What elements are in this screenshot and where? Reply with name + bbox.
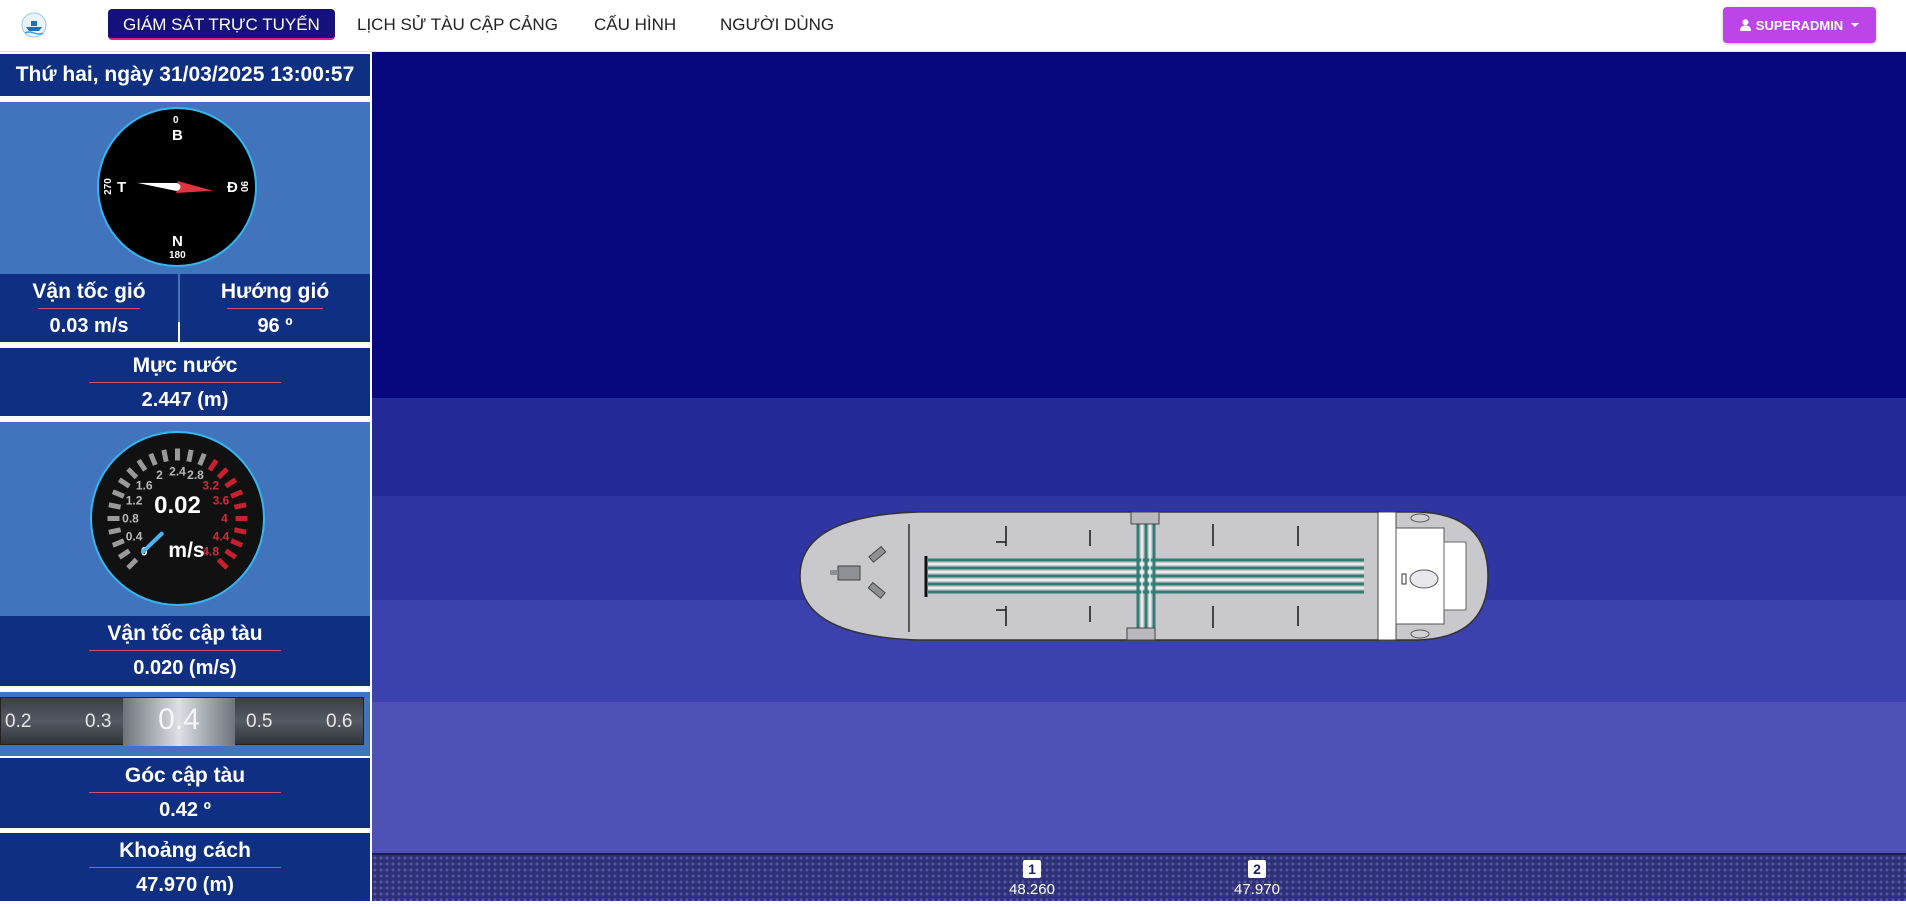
speedometer-tick: [233, 527, 247, 535]
top-navbar: GIÁM SÁT TRỰC TUYẾN LỊCH SỬ TÀU CẬP CẢNG…: [0, 0, 1906, 52]
distance-value: 47.970 (m): [136, 874, 234, 896]
water-level-card: Mực nước 2.447 (m): [0, 348, 370, 416]
wind-speed-card: Vận tốc gió 0.03 m/s: [0, 274, 178, 342]
tape-tick: 0.5: [246, 711, 273, 732]
datetime-display: Thứ hai, ngày 31/03/2025 13:00:57: [0, 54, 370, 96]
tape-current-value: 0.4: [123, 698, 235, 746]
compass-dial: 0 B Đ 90 N 180 T 270: [97, 107, 257, 267]
speedometer-tick-label: 3.2: [202, 478, 219, 492]
user-menu-button[interactable]: SUPERADMIN: [1723, 7, 1876, 43]
divider: [89, 650, 281, 651]
left-status-panel: Thứ hai, ngày 31/03/2025 13:00:57 0 B Đ …: [0, 52, 372, 907]
berthing-speed-value: 0.020 (m/s): [133, 657, 237, 679]
chevron-down-icon: [1851, 23, 1860, 27]
wind-speed-label: Vận tốc gió: [32, 280, 146, 303]
speedometer-tick: [108, 527, 122, 535]
sensor-id: 2: [1248, 860, 1266, 878]
water-level-value: 2.447 (m): [141, 389, 229, 411]
speedometer-tick: [117, 477, 131, 489]
ship-vessel[interactable]: [798, 506, 1498, 646]
water-zone: [372, 52, 1906, 398]
distance-card: Khoảng cách 47.970 (m): [0, 833, 370, 901]
compass-needle: [137, 181, 213, 193]
wind-speed-value: 0.03 m/s: [49, 315, 129, 337]
speedometer-tick: [224, 477, 238, 489]
berthing-angle-card: Góc cập tàu 0.42 º: [0, 758, 370, 828]
sensor-value: 47.970: [1234, 881, 1280, 898]
quay-wall: [372, 853, 1906, 901]
wind-direction-card: Hướng gió 96 º: [180, 274, 370, 342]
speedometer-tick: [136, 458, 148, 472]
wind-direction-value: 96 º: [257, 315, 293, 337]
sensor-value: 48.260: [1009, 881, 1055, 898]
speedometer-gauge: 00.40.81.21.622.42.83.23.644.44.8 0.02 m…: [90, 431, 265, 606]
speedometer-tick: [148, 452, 158, 466]
tape-tick: 0.6: [326, 711, 353, 732]
berthing-angle-label: Góc cập tàu: [124, 764, 246, 787]
speedometer-tick: [216, 467, 229, 480]
nav-tab-configuration[interactable]: CẤU HÌNH: [579, 9, 691, 40]
water-zone: [372, 398, 1906, 496]
water-level-label: Mực nước: [132, 354, 238, 377]
nav-tab-online-monitoring[interactable]: GIÁM SÁT TRỰC TUYẾN: [108, 9, 335, 40]
speedometer-unit: m/s: [168, 539, 205, 562]
speedometer-tick-label: 1.6: [136, 478, 153, 492]
divider: [89, 382, 281, 383]
tape-tick: 0.2: [5, 711, 32, 732]
divider: [89, 867, 281, 868]
speedometer-tick: [207, 458, 219, 472]
user-name: SUPERADMIN: [1755, 17, 1844, 33]
distance-sensor-2[interactable]: 2 47.970: [1227, 860, 1287, 898]
speedometer-value: 0.02: [154, 492, 201, 519]
nav-tab-users[interactable]: NGƯỜI DÙNG: [705, 9, 849, 40]
nav-tab-berthing-history[interactable]: LỊCH SỬ TÀU CẬP CẢNG: [342, 9, 573, 40]
berth-map-view: 1 48.260 2 47.970: [372, 52, 1906, 907]
berthing-speed-label: Vận tốc cập tàu: [107, 622, 263, 645]
water-zone: [372, 702, 1906, 853]
speedometer-panel: 00.40.81.21.622.42.83.23.644.44.8 0.02 m…: [0, 422, 370, 616]
wind-direction-label: Hướng gió: [220, 280, 330, 303]
speedometer-tick: [126, 467, 139, 480]
speedometer-tick-label: 2: [156, 468, 163, 482]
tape-tick: 0.3: [85, 711, 112, 732]
speedometer-tick-label: 2.4: [169, 465, 186, 479]
divider: [227, 308, 323, 309]
user-icon: [1739, 19, 1751, 31]
berthing-speed-card: Vận tốc cập tàu 0.020 (m/s): [0, 616, 370, 686]
sensor-id: 1: [1023, 860, 1041, 878]
berthing-angle-tape: 0.2 0.3 0.4 0.5 0.6: [0, 697, 364, 746]
distance-label: Khoảng cách: [119, 839, 251, 862]
speedometer-tick: [186, 449, 194, 463]
distance-sensor-1[interactable]: 1 48.260: [1002, 860, 1062, 898]
divider: [89, 792, 281, 793]
berthing-angle-value: 0.42 º: [159, 799, 211, 821]
ship-logo-icon[interactable]: [20, 12, 48, 38]
speedometer-tick: [197, 452, 207, 466]
speedometer-tick: [161, 449, 169, 463]
divider: [38, 308, 140, 309]
